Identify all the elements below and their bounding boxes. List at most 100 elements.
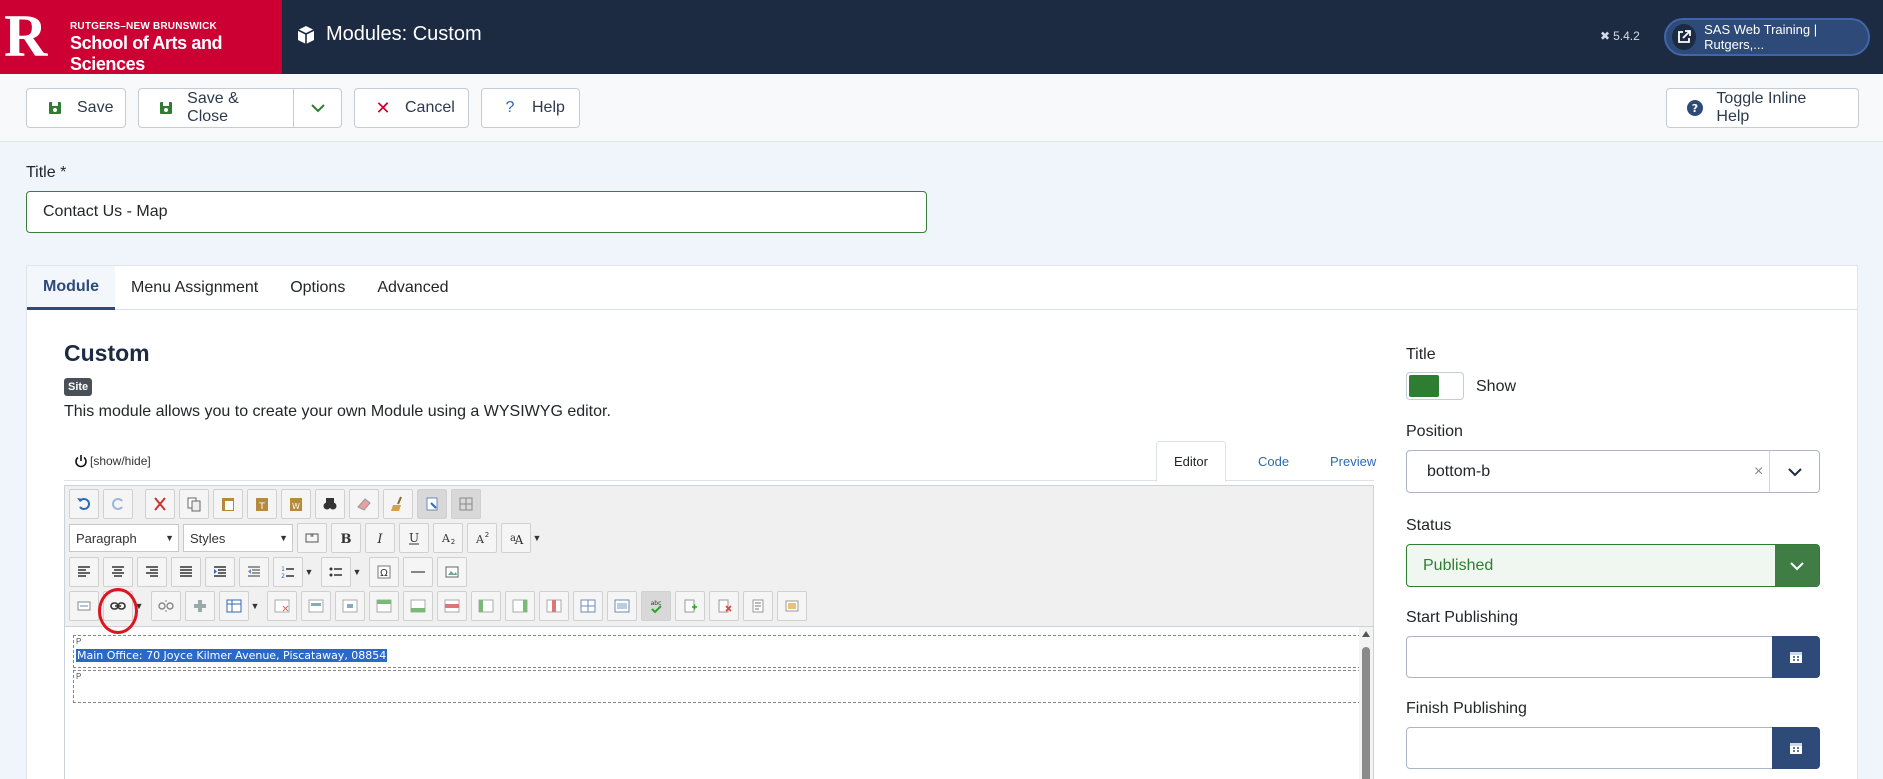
template-icon[interactable] — [743, 591, 773, 621]
undo-icon[interactable] — [69, 489, 99, 519]
editor-tab-preview[interactable]: Preview — [1313, 441, 1393, 482]
tab-menu-assignment[interactable]: Menu Assignment — [115, 266, 274, 310]
editor-tab-code[interactable]: Code — [1241, 441, 1306, 482]
subscript-icon[interactable]: A2 — [433, 523, 463, 553]
scroll-up-arrow-icon[interactable] — [1362, 631, 1370, 637]
italic-icon[interactable]: I — [365, 523, 395, 553]
show-title-switch[interactable] — [1406, 372, 1464, 400]
format-select[interactable]: Paragraph ▼ — [69, 524, 179, 552]
redo-icon[interactable] — [103, 489, 133, 519]
table-props-icon[interactable] — [301, 591, 331, 621]
outdent-icon[interactable] — [239, 557, 269, 587]
underline-icon[interactable]: U — [399, 523, 429, 553]
plugin-icon[interactable] — [185, 591, 215, 621]
svg-text:B: B — [341, 532, 352, 547]
indent-icon[interactable] — [205, 557, 235, 587]
save-close-label: Save & Close — [187, 90, 239, 125]
status-dropdown[interactable] — [1775, 545, 1819, 586]
caret-down-icon[interactable]: ▼ — [249, 591, 261, 621]
copy-icon[interactable] — [179, 489, 209, 519]
version-info: ✖ 5.4.2 — [1600, 29, 1640, 43]
floppy-icon — [157, 101, 175, 115]
paragraph-block-empty[interactable]: P — [73, 670, 1361, 703]
superscript-icon[interactable]: A2 — [467, 523, 497, 553]
insert-icon[interactable] — [675, 591, 705, 621]
align-center-icon[interactable] — [103, 557, 133, 587]
bold-icon[interactable]: B — [331, 523, 361, 553]
position-dropdown[interactable] — [1769, 451, 1819, 492]
cut-icon[interactable] — [145, 489, 175, 519]
caret-down-icon[interactable]: ▼ — [531, 523, 543, 553]
bullet-list-icon[interactable] — [321, 557, 351, 587]
editor-tab-editor[interactable]: Editor — [1156, 441, 1226, 482]
save-close-button[interactable]: Save & Close — [139, 89, 293, 127]
paste-text-icon[interactable]: T — [247, 489, 277, 519]
tab-module[interactable]: Module — [27, 266, 115, 310]
clear-icon[interactable]: × — [1754, 463, 1763, 481]
blockquote-icon[interactable]: " — [297, 523, 327, 553]
col-delete-icon[interactable] — [539, 591, 569, 621]
split-cells-icon[interactable] — [573, 591, 603, 621]
paragraph-block[interactable]: P Main Office: 70 Joyce Kilmer Avenue, P… — [73, 635, 1361, 668]
tab-options[interactable]: Options — [274, 266, 361, 310]
paste-icon[interactable] — [213, 489, 243, 519]
image-icon[interactable] — [437, 557, 467, 587]
paste-word-icon[interactable]: W — [281, 489, 311, 519]
save-button[interactable]: Save — [26, 88, 126, 128]
view-site-button[interactable]: SAS Web Training | Rutgers,... — [1664, 18, 1870, 56]
align-justify-icon[interactable] — [171, 557, 201, 587]
editor-content[interactable]: P Main Office: 70 Joyce Kilmer Avenue, P… — [65, 627, 1373, 779]
module-tabs: Module Menu Assignment Options Advanced — [27, 266, 1857, 310]
caret-down-icon[interactable]: ▼ — [303, 557, 315, 587]
position-select[interactable]: bottom-b × — [1406, 450, 1820, 493]
finish-calendar-button[interactable] — [1772, 727, 1820, 769]
horizontal-rule-icon[interactable] — [403, 557, 433, 587]
selected-text[interactable]: Main Office: 70 Joyce Kilmer Avenue, Pis… — [76, 649, 388, 662]
font-size-icon[interactable]: aA — [501, 523, 531, 553]
col-after-icon[interactable] — [505, 591, 535, 621]
finish-publishing-input[interactable] — [1406, 727, 1820, 769]
version-number: 5.4.2 — [1613, 29, 1640, 43]
toolbar-row-4: ▼ ▼ abc — [69, 591, 811, 621]
align-left-icon[interactable] — [69, 557, 99, 587]
visual-aid-icon[interactable] — [417, 489, 447, 519]
rutgers-logo[interactable]: R RUTGERS–NEW BRUNSWICK School of Arts a… — [0, 0, 282, 74]
merge-cells-icon[interactable] — [607, 591, 637, 621]
toggle-inline-help-button[interactable]: ? Toggle Inline Help — [1666, 88, 1859, 128]
title-input[interactable] — [26, 191, 927, 233]
numbered-list-icon[interactable]: 12 — [273, 557, 303, 587]
svg-text:I: I — [376, 532, 383, 547]
row-after-icon[interactable] — [403, 591, 433, 621]
help-button[interactable]: ? Help — [481, 88, 580, 128]
cancel-button[interactable]: ✕ Cancel — [354, 88, 469, 128]
col-before-icon[interactable] — [471, 591, 501, 621]
start-publishing-input[interactable] — [1406, 636, 1820, 678]
visual-blocks-icon[interactable] — [451, 489, 481, 519]
special-char-icon[interactable]: Ω — [369, 557, 399, 587]
show-hide-toggle[interactable]: [show/hide] — [74, 454, 151, 468]
start-calendar-button[interactable] — [1772, 636, 1820, 678]
table-delete-icon[interactable] — [267, 591, 297, 621]
align-right-icon[interactable] — [137, 557, 167, 587]
scroll-thumb[interactable] — [1362, 647, 1370, 779]
caret-down-icon[interactable]: ▼ — [351, 557, 363, 587]
anchor-icon[interactable] — [69, 591, 99, 621]
spellcheck-icon[interactable]: abc — [641, 591, 671, 621]
row-delete-icon[interactable] — [437, 591, 467, 621]
media-icon[interactable] — [777, 591, 807, 621]
status-select[interactable]: Published — [1406, 544, 1820, 587]
tab-advanced[interactable]: Advanced — [361, 266, 464, 310]
save-options-dropdown[interactable] — [293, 89, 341, 127]
cell-props-icon[interactable] — [335, 591, 365, 621]
eraser-icon[interactable] — [349, 489, 379, 519]
top-header: R RUTGERS–NEW BRUNSWICK School of Arts a… — [0, 0, 1883, 74]
editor-scrollbar[interactable] — [1359, 627, 1373, 779]
styles-select[interactable]: Styles ▼ — [183, 524, 293, 552]
find-replace-icon[interactable] — [315, 489, 345, 519]
svg-text:A: A — [475, 533, 485, 546]
unlink-icon[interactable] — [151, 591, 181, 621]
table-icon[interactable] — [219, 591, 249, 621]
cleanup-icon[interactable] — [383, 489, 413, 519]
delete-icon[interactable] — [709, 591, 739, 621]
row-before-icon[interactable] — [369, 591, 399, 621]
